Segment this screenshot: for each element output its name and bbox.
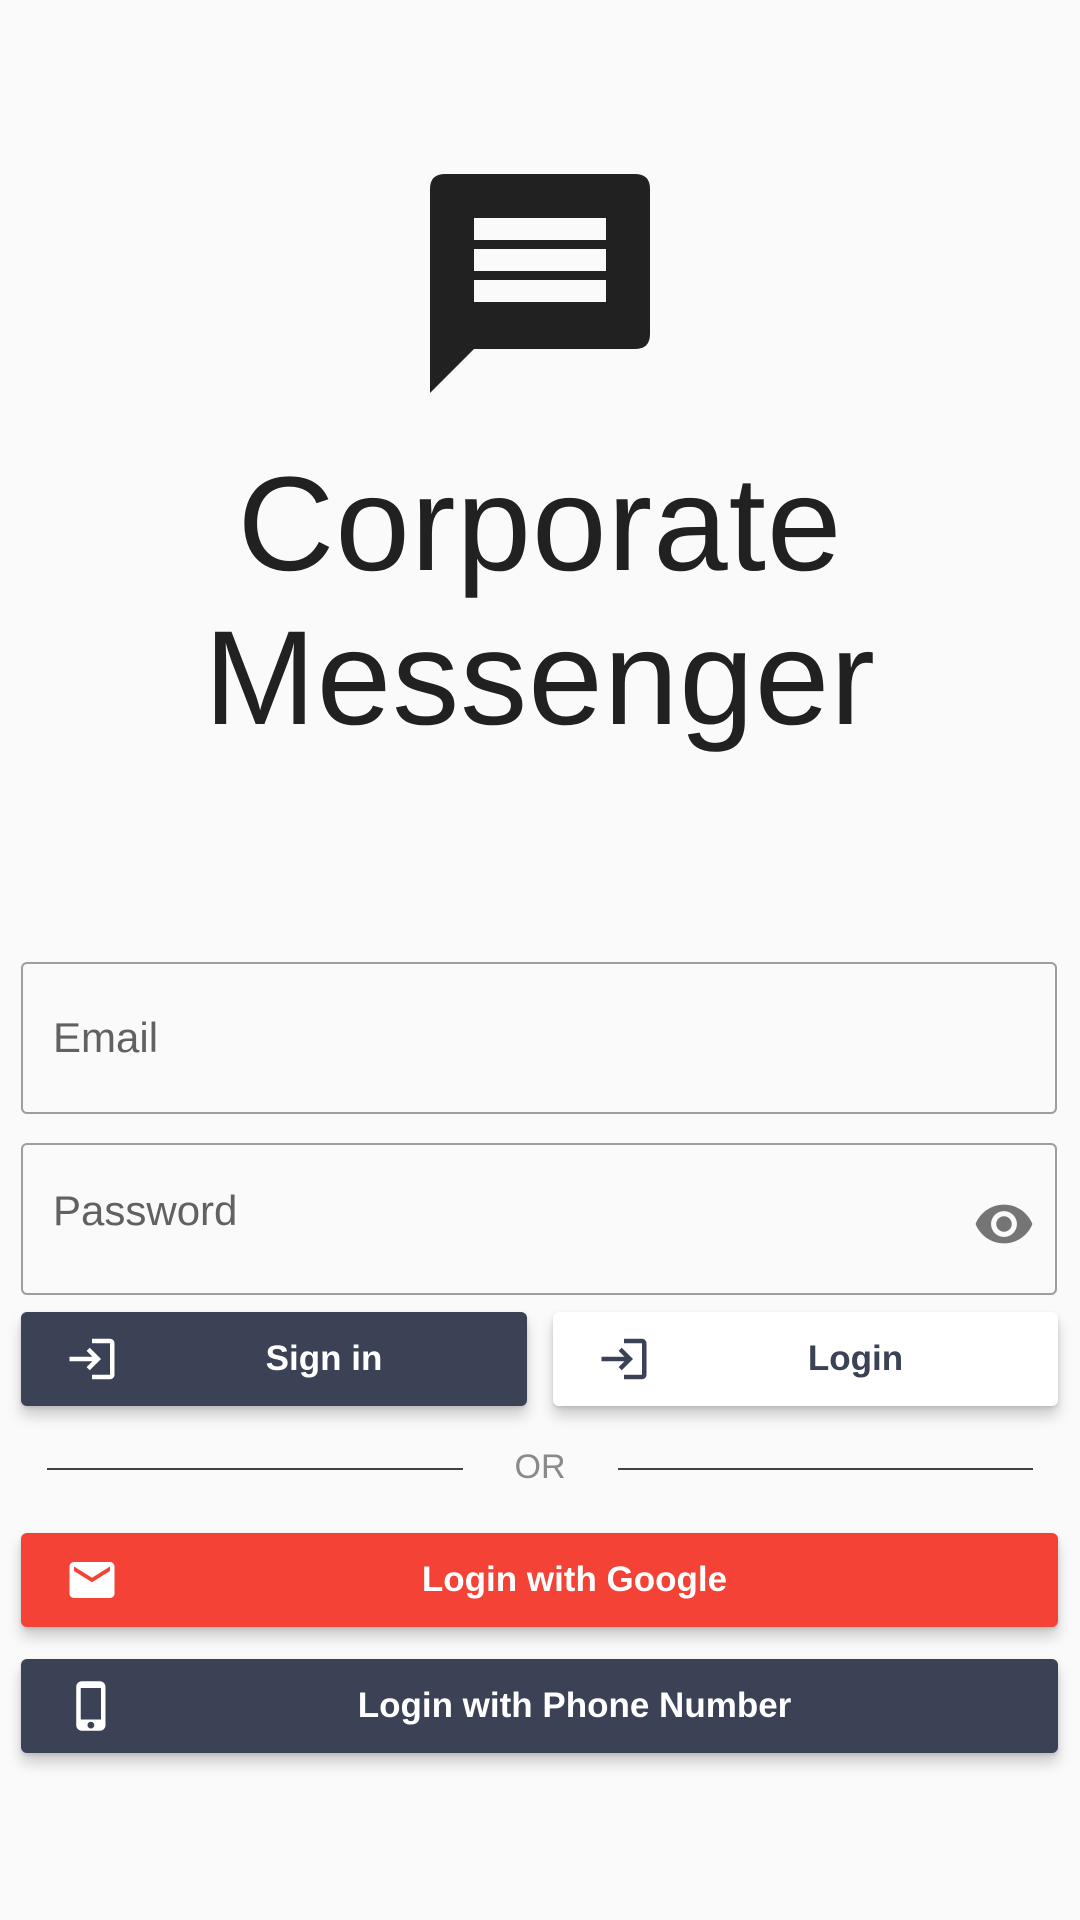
sign-in-label: Sign in xyxy=(265,1339,383,1378)
login-label: Login xyxy=(807,1339,904,1378)
divider-line-left xyxy=(47,1468,463,1470)
chat-message-icon xyxy=(430,174,650,393)
login-with-google-label: Login with Google xyxy=(421,1560,728,1599)
login-with-google-button[interactable]: Login with Google xyxy=(21,1533,1058,1627)
sign-in-button[interactable]: Sign in xyxy=(21,1312,527,1406)
divider-line-right xyxy=(618,1468,1033,1470)
login-icon xyxy=(69,1338,115,1380)
login-with-phone-label: Login with Phone Number xyxy=(357,1686,792,1725)
app-title-line1: Corporate xyxy=(237,450,843,599)
password-input[interactable] xyxy=(53,1137,953,1285)
visibility-eye-icon[interactable] xyxy=(973,1193,1035,1255)
password-field[interactable] xyxy=(21,1137,1057,1295)
or-divider-text: OR xyxy=(514,1448,566,1486)
login-icon xyxy=(601,1338,647,1380)
app-title-line2: Messenger xyxy=(204,604,876,753)
app-title: Corporate Messenger xyxy=(0,448,1080,756)
email-field[interactable] xyxy=(21,962,1057,1114)
email-input[interactable] xyxy=(53,964,953,1112)
login-button[interactable]: Login xyxy=(553,1312,1058,1406)
login-with-phone-button[interactable]: Login with Phone Number xyxy=(21,1659,1058,1753)
